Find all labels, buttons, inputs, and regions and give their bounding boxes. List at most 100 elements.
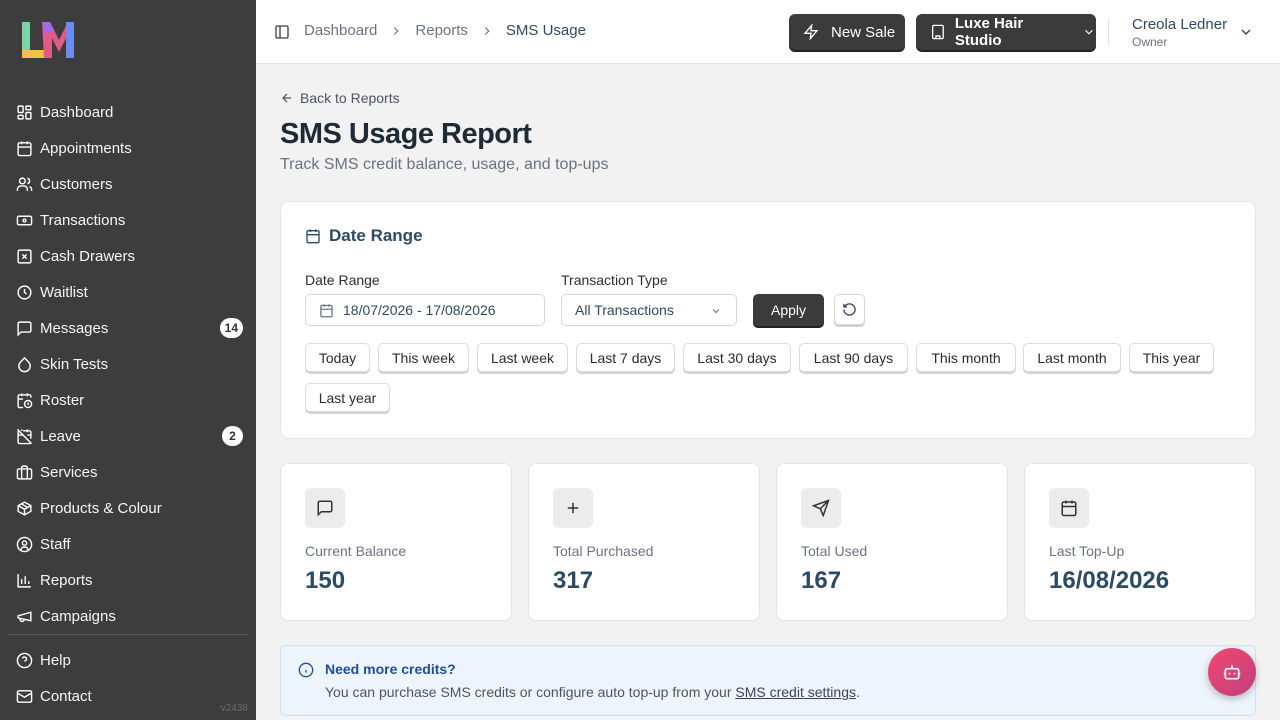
- leave-count-badge: 2: [222, 426, 243, 446]
- sidebar-item-reports[interactable]: Reports: [0, 562, 256, 598]
- mail-icon: [16, 689, 33, 703]
- sidebar-item-help[interactable]: Help: [0, 642, 256, 678]
- preset-this-week[interactable]: This week: [378, 343, 469, 372]
- sidebar-item-label: Dashboard: [40, 103, 114, 121]
- sidebar-item-label: Roster: [40, 391, 85, 409]
- calendar-icon: [17, 140, 32, 156]
- bot-icon: [1223, 665, 1241, 680]
- sidebar: Dashboard Appointments Customers Transac…: [0, 0, 256, 720]
- sidebar-item-products-colour[interactable]: Products & Colour: [0, 490, 256, 526]
- breadcrumb-current: SMS Usage: [505, 22, 586, 39]
- top-header: Dashboard Reports SMS Usage New Sale Lux…: [256, 0, 1280, 64]
- date-range-input[interactable]: 18/07/2026 - 17/08/2026: [305, 294, 545, 326]
- arrow-left-icon: [282, 93, 292, 103]
- chevron-down-icon[interactable]: [1238, 24, 1254, 40]
- assistant-bot-button[interactable]: [1208, 648, 1256, 696]
- transaction-type-select[interactable]: All Transactions: [561, 294, 737, 326]
- reset-button[interactable]: [834, 294, 865, 325]
- breadcrumb: Dashboard Reports SMS Usage: [304, 22, 586, 39]
- breadcrumb-dashboard[interactable]: Dashboard: [304, 22, 377, 39]
- sidebar-item-campaigns[interactable]: Campaigns: [0, 598, 256, 634]
- sidebar-item-label: Leave: [40, 427, 81, 445]
- preset-last-week[interactable]: Last week: [477, 343, 568, 372]
- rotate-ccw-icon: [843, 303, 856, 316]
- sidebar-item-label: Waitlist: [40, 283, 88, 301]
- sidebar-item-contact[interactable]: Contact: [0, 678, 256, 714]
- droplet-icon: [18, 356, 31, 372]
- stat-value: 150: [305, 567, 346, 594]
- sidebar-item-label: Campaigns: [40, 607, 116, 625]
- sidebar-item-transactions[interactable]: Transactions: [0, 202, 256, 238]
- banknote-icon: [16, 215, 33, 225]
- sidebar-item-staff[interactable]: Staff: [0, 526, 256, 562]
- page-subtitle: Track SMS credit balance, usage, and top…: [280, 156, 609, 173]
- user-name[interactable]: Creola Ledner: [1132, 16, 1227, 33]
- preset-last-90-days[interactable]: Last 90 days: [799, 343, 908, 372]
- clock-icon: [17, 284, 32, 300]
- info-text: You can purchase SMS credits or configur…: [325, 684, 860, 700]
- date-range-card: Date Range Date Range 18/07/2026 - 17/08…: [280, 201, 1256, 439]
- location-selector[interactable]: Luxe Hair Studio: [916, 14, 1096, 50]
- sidebar-item-appointments[interactable]: Appointments: [0, 130, 256, 166]
- chevron-down-icon: [712, 309, 720, 314]
- preset-last-7-days[interactable]: Last 7 days: [576, 343, 675, 372]
- sidebar-item-customers[interactable]: Customers: [0, 166, 256, 202]
- stat-value: 167: [801, 567, 842, 594]
- preset-this-year[interactable]: This year: [1129, 343, 1214, 372]
- preset-last-30-days[interactable]: Last 30 days: [683, 343, 791, 372]
- new-sale-label: New Sale: [831, 23, 896, 41]
- sidebar-item-skin-tests[interactable]: Skin Tests: [0, 346, 256, 382]
- sms-credit-settings-link[interactable]: SMS credit settings: [735, 684, 856, 700]
- sidebar-item-label: Customers: [40, 175, 113, 193]
- zap-icon: [803, 24, 819, 40]
- stat-label: Current Balance: [305, 543, 407, 559]
- sidebar-item-leave[interactable]: Leave 2: [0, 418, 256, 454]
- stat-label: Total Used: [801, 543, 868, 559]
- sidebar-item-label: Staff: [40, 535, 71, 553]
- info-title: Need more credits?: [325, 661, 456, 677]
- chevron-right-icon: [389, 24, 403, 38]
- sidebar-item-label: Messages: [40, 319, 109, 337]
- credits-info-alert: Need more credits? You can purchase SMS …: [280, 645, 1256, 716]
- card-title: Date Range: [305, 226, 423, 246]
- back-to-reports-link[interactable]: Back to Reports: [280, 90, 400, 106]
- apply-button[interactable]: Apply: [753, 294, 824, 326]
- chevron-down-icon: [1085, 29, 1093, 35]
- preset-this-month[interactable]: This month: [916, 343, 1016, 372]
- transaction-type-value: All Transactions: [575, 302, 674, 318]
- preset-last-month[interactable]: Last month: [1023, 343, 1121, 372]
- breadcrumb-reports[interactable]: Reports: [415, 22, 468, 39]
- preset-last-year[interactable]: Last year: [305, 383, 390, 412]
- stat-value: 317: [553, 567, 594, 594]
- info-icon: [298, 662, 314, 678]
- sidebar-item-label: Services: [40, 463, 98, 481]
- stat-card-current-balance: Current Balance 150: [280, 463, 512, 621]
- plus-icon: [553, 488, 593, 528]
- sidebar-item-roster[interactable]: Roster: [0, 382, 256, 418]
- date-range-label: Date Range: [305, 272, 380, 288]
- location-label: Luxe Hair Studio: [954, 15, 1024, 49]
- sidebar-item-cash-drawers[interactable]: Cash Drawers: [0, 238, 256, 274]
- app-logo[interactable]: [20, 20, 76, 60]
- sidebar-item-label: Reports: [40, 571, 93, 589]
- calendar-icon: [306, 229, 320, 244]
- calendar-off-icon: [16, 428, 33, 444]
- sidebar-item-services[interactable]: Services: [0, 454, 256, 490]
- sidebar-item-label: Appointments: [40, 139, 132, 157]
- sidebar-item-waitlist[interactable]: Waitlist: [0, 274, 256, 310]
- messages-count-badge: 14: [219, 318, 243, 338]
- sidebar-item-label: Skin Tests: [40, 355, 109, 373]
- new-sale-button[interactable]: New Sale: [789, 14, 905, 50]
- megaphone-icon: [17, 610, 32, 622]
- preset-today[interactable]: Today: [305, 343, 370, 372]
- sidebar-item-messages[interactable]: Messages 14: [0, 310, 256, 346]
- sidebar-item-label: Help: [40, 651, 71, 669]
- header-divider: [1108, 18, 1109, 46]
- sidebar-item-label: Contact: [40, 687, 92, 705]
- sidebar-item-dashboard[interactable]: Dashboard: [0, 94, 256, 130]
- sidebar-divider: [8, 634, 248, 635]
- bar-chart-icon: [17, 573, 31, 588]
- help-circle-icon: [16, 652, 33, 668]
- sidebar-toggle-icon[interactable]: [274, 24, 290, 40]
- grid-icon: [17, 104, 32, 120]
